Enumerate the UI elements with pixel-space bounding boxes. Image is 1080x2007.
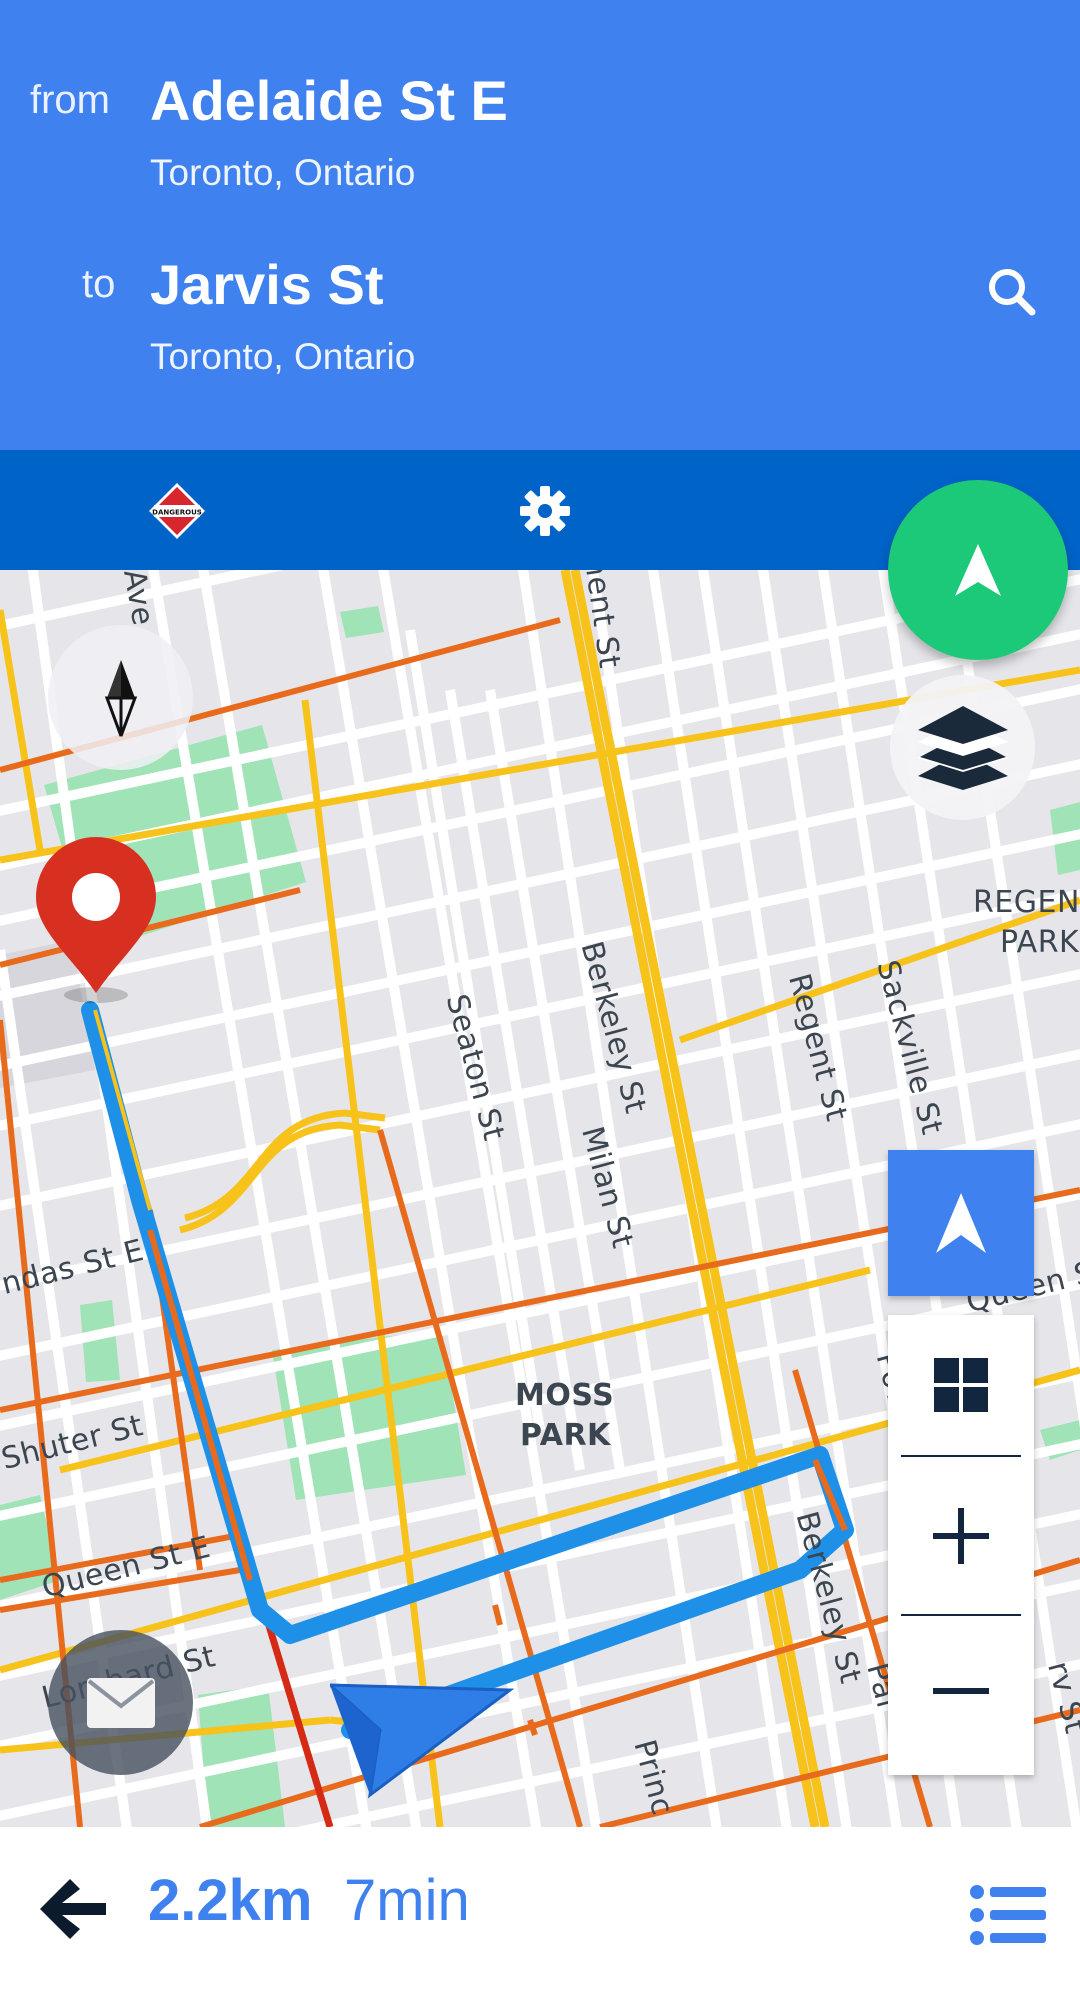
map-label-moss-park-2: PARK (520, 1418, 611, 1453)
search-button[interactable] (982, 262, 1042, 322)
hazard-badge-text: DANGEROUS (152, 509, 202, 517)
layers-icon (917, 705, 1008, 790)
navigate-arrow-icon (936, 1193, 986, 1253)
grid-icon (934, 1358, 988, 1412)
messages-button[interactable] (48, 1630, 193, 1775)
hazard-button[interactable]: DANGEROUS (134, 468, 220, 554)
list-icon (970, 1885, 1046, 1945)
grid-view-button[interactable] (888, 1315, 1034, 1455)
zoom-panel (888, 1315, 1034, 1775)
directions-list-button[interactable] (970, 1885, 1046, 1949)
recenter-button[interactable] (888, 1150, 1034, 1296)
to-title[interactable]: Jarvis St (150, 252, 384, 317)
zoom-out-icon (933, 1688, 989, 1694)
search-icon (989, 269, 1036, 316)
compass-icon (104, 659, 137, 737)
destination-pin-icon[interactable] (30, 835, 165, 1005)
zoom-out-button[interactable] (888, 1616, 1034, 1766)
to-subtitle: Toronto, Ontario (150, 336, 416, 377)
dangerous-goods-icon: DANGEROUS (149, 483, 205, 539)
gear-icon (520, 486, 570, 536)
route-duration: 7min (344, 1868, 470, 1933)
route-summary-bar: 2.2km 7min (0, 1827, 1080, 2007)
current-location-arrow-icon (330, 1683, 515, 1799)
mail-icon (86, 1677, 155, 1728)
from-label: from (30, 78, 110, 122)
back-arrow-icon (40, 1879, 106, 1939)
back-button[interactable] (40, 1879, 110, 1949)
start-navigation-button[interactable] (888, 480, 1068, 660)
from-subtitle: Toronto, Ontario (150, 152, 416, 193)
route-distance: 2.2km (148, 1868, 313, 1933)
route-header: from Adelaide St E Toronto, Ontario to J… (0, 0, 1080, 450)
map-label-regent-park-2: PARK (1000, 925, 1080, 960)
zoom-in-icon (933, 1507, 989, 1564)
zoom-in-button[interactable] (888, 1457, 1034, 1614)
map-label-regent-park: REGENT (973, 885, 1080, 920)
map-label-moss-park: MOSS (515, 1378, 615, 1413)
compass-button[interactable] (48, 625, 193, 770)
map-view[interactable]: Ave ment St REGENT PARK Seaton St Berkel… (0, 570, 1080, 1827)
from-title[interactable]: Adelaide St E (150, 68, 508, 133)
to-label: to (82, 262, 116, 306)
navigate-arrow-icon (955, 544, 1001, 596)
settings-button[interactable] (502, 468, 588, 554)
layers-button[interactable] (890, 675, 1035, 820)
